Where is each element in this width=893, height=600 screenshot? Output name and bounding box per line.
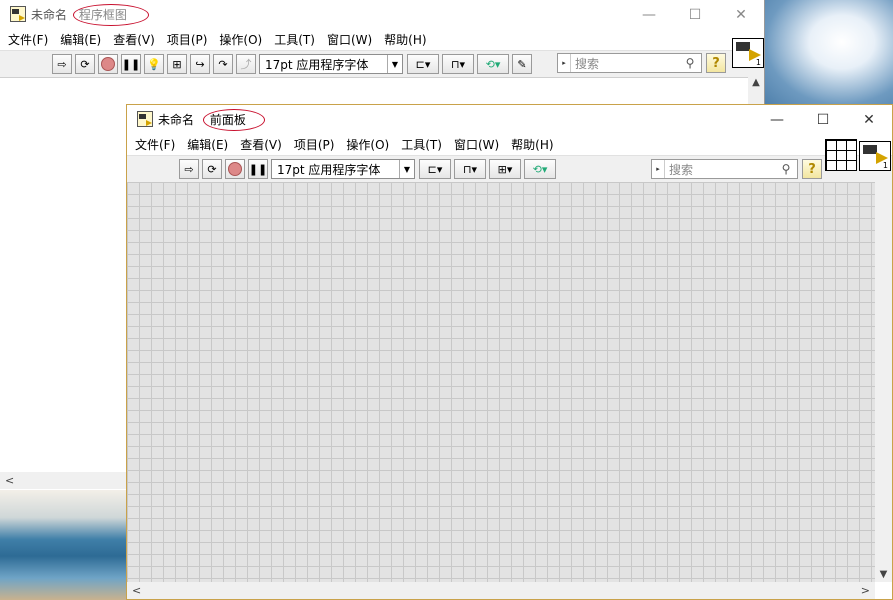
- maximize-button[interactable]: ☐: [672, 0, 718, 29]
- step-over-icon[interactable]: ↷: [213, 54, 233, 74]
- close-button[interactable]: ✕: [846, 105, 892, 134]
- search-icon: ⚲: [685, 56, 695, 70]
- menu-project[interactable]: 项目(P): [290, 136, 343, 153]
- run-arrow-icon[interactable]: ⇨: [52, 54, 72, 74]
- front-panel-window[interactable]: 未命名 前面板 — ☐ ✕ 文件(F) 编辑(E) 查看(V) 项目(P) 操作…: [126, 104, 893, 600]
- menu-tools[interactable]: 工具(T): [397, 136, 450, 153]
- menu-window[interactable]: 窗口(W): [323, 31, 380, 48]
- align-objects-icon[interactable]: ⊏▾: [407, 54, 439, 74]
- retain-wire-values-icon[interactable]: ⊞: [167, 54, 187, 74]
- horizontal-scrollbar[interactable]: < >: [127, 582, 875, 599]
- scroll-left-arrow[interactable]: <: [127, 584, 141, 597]
- menu-help[interactable]: 帮助(H): [380, 31, 434, 48]
- distribute-objects-icon[interactable]: ⊓▾: [454, 159, 486, 179]
- menu-window[interactable]: 窗口(W): [450, 136, 507, 153]
- vi-connector-icon[interactable]: 1: [859, 141, 891, 171]
- step-out-icon[interactable]: ⤴: [236, 54, 256, 74]
- run-continuously-icon[interactable]: ⟳: [75, 54, 95, 74]
- search-icon: ⚲: [781, 162, 791, 176]
- menu-project[interactable]: 项目(P): [163, 31, 216, 48]
- menu-bar: 文件(F) 编辑(E) 查看(V) 项目(P) 操作(O) 工具(T) 窗口(W…: [127, 134, 892, 155]
- close-button[interactable]: ✕: [718, 0, 764, 29]
- menu-file[interactable]: 文件(F): [131, 136, 183, 153]
- search-input[interactable]: ▸ 搜索 ⚲: [557, 53, 702, 73]
- abort-icon[interactable]: [98, 54, 118, 74]
- scroll-right-arrow[interactable]: >: [861, 584, 875, 597]
- vi-name: 未命名: [31, 8, 68, 22]
- scroll-down-arrow[interactable]: ▼: [875, 569, 892, 580]
- menu-view[interactable]: 查看(V): [109, 31, 163, 48]
- menu-file[interactable]: 文件(F): [4, 31, 56, 48]
- menu-tools[interactable]: 工具(T): [270, 31, 323, 48]
- reorder-icon[interactable]: ⟲▾: [477, 54, 509, 74]
- maximize-button[interactable]: ☐: [800, 105, 846, 134]
- menu-edit[interactable]: 编辑(E): [183, 136, 236, 153]
- menu-edit[interactable]: 编辑(E): [56, 31, 109, 48]
- scroll-left-arrow[interactable]: <: [0, 474, 14, 487]
- distribute-objects-icon[interactable]: ⊓▾: [442, 54, 474, 74]
- menu-operate[interactable]: 操作(O): [342, 136, 397, 153]
- vi-connector-icon[interactable]: 1: [732, 38, 764, 68]
- align-objects-icon[interactable]: ⊏▾: [419, 159, 451, 179]
- block-diagram-titlebar[interactable]: 未命名 程序框图 — ☐ ✕: [0, 0, 764, 29]
- chevron-down-icon: ▼: [399, 160, 414, 178]
- desktop-background-beach: [0, 490, 128, 600]
- menu-help[interactable]: 帮助(H): [507, 136, 561, 153]
- run-arrow-icon[interactable]: ⇨: [179, 159, 199, 179]
- red-annotation-circle: [73, 4, 149, 26]
- vertical-scrollbar[interactable]: ▼: [875, 182, 892, 582]
- menu-bar: 文件(F) 编辑(E) 查看(V) 项目(P) 操作(O) 工具(T) 窗口(W…: [0, 29, 764, 50]
- pause-icon[interactable]: ❚❚: [248, 159, 268, 179]
- chevron-down-icon: ▼: [387, 55, 402, 73]
- pause-icon[interactable]: ❚❚: [121, 54, 141, 74]
- red-annotation-circle: [203, 109, 265, 131]
- minimize-button[interactable]: —: [626, 0, 672, 29]
- font-select[interactable]: 17pt 应用程序字体 ▼: [271, 159, 415, 179]
- clean-up-diagram-icon[interactable]: ✎: [512, 54, 532, 74]
- labview-app-icon: [10, 6, 26, 22]
- highlight-execution-icon[interactable]: 💡: [144, 54, 164, 74]
- search-input[interactable]: ▸ 搜索 ⚲: [651, 159, 798, 179]
- vi-name: 未命名: [158, 113, 195, 127]
- desktop-background: [765, 0, 893, 105]
- step-into-icon[interactable]: ↪: [190, 54, 210, 74]
- menu-operate[interactable]: 操作(O): [215, 31, 270, 48]
- connector-pane-icon[interactable]: [825, 139, 857, 171]
- context-help-button[interactable]: ?: [802, 159, 822, 179]
- front-panel-canvas[interactable]: [127, 182, 875, 582]
- horizontal-scrollbar[interactable]: <: [0, 472, 128, 489]
- reorder-icon[interactable]: ⟲▾: [524, 159, 556, 179]
- labview-app-icon: [137, 111, 153, 127]
- scroll-up-arrow[interactable]: ▲: [748, 77, 764, 88]
- context-help-button[interactable]: ?: [706, 53, 726, 73]
- front-panel-titlebar[interactable]: 未命名 前面板 — ☐ ✕: [127, 105, 892, 134]
- resize-objects-icon[interactable]: ⊞▾: [489, 159, 521, 179]
- font-select[interactable]: 17pt 应用程序字体 ▼: [259, 54, 403, 74]
- run-continuously-icon[interactable]: ⟳: [202, 159, 222, 179]
- abort-icon[interactable]: [225, 159, 245, 179]
- menu-view[interactable]: 查看(V): [236, 136, 290, 153]
- minimize-button[interactable]: —: [754, 105, 800, 134]
